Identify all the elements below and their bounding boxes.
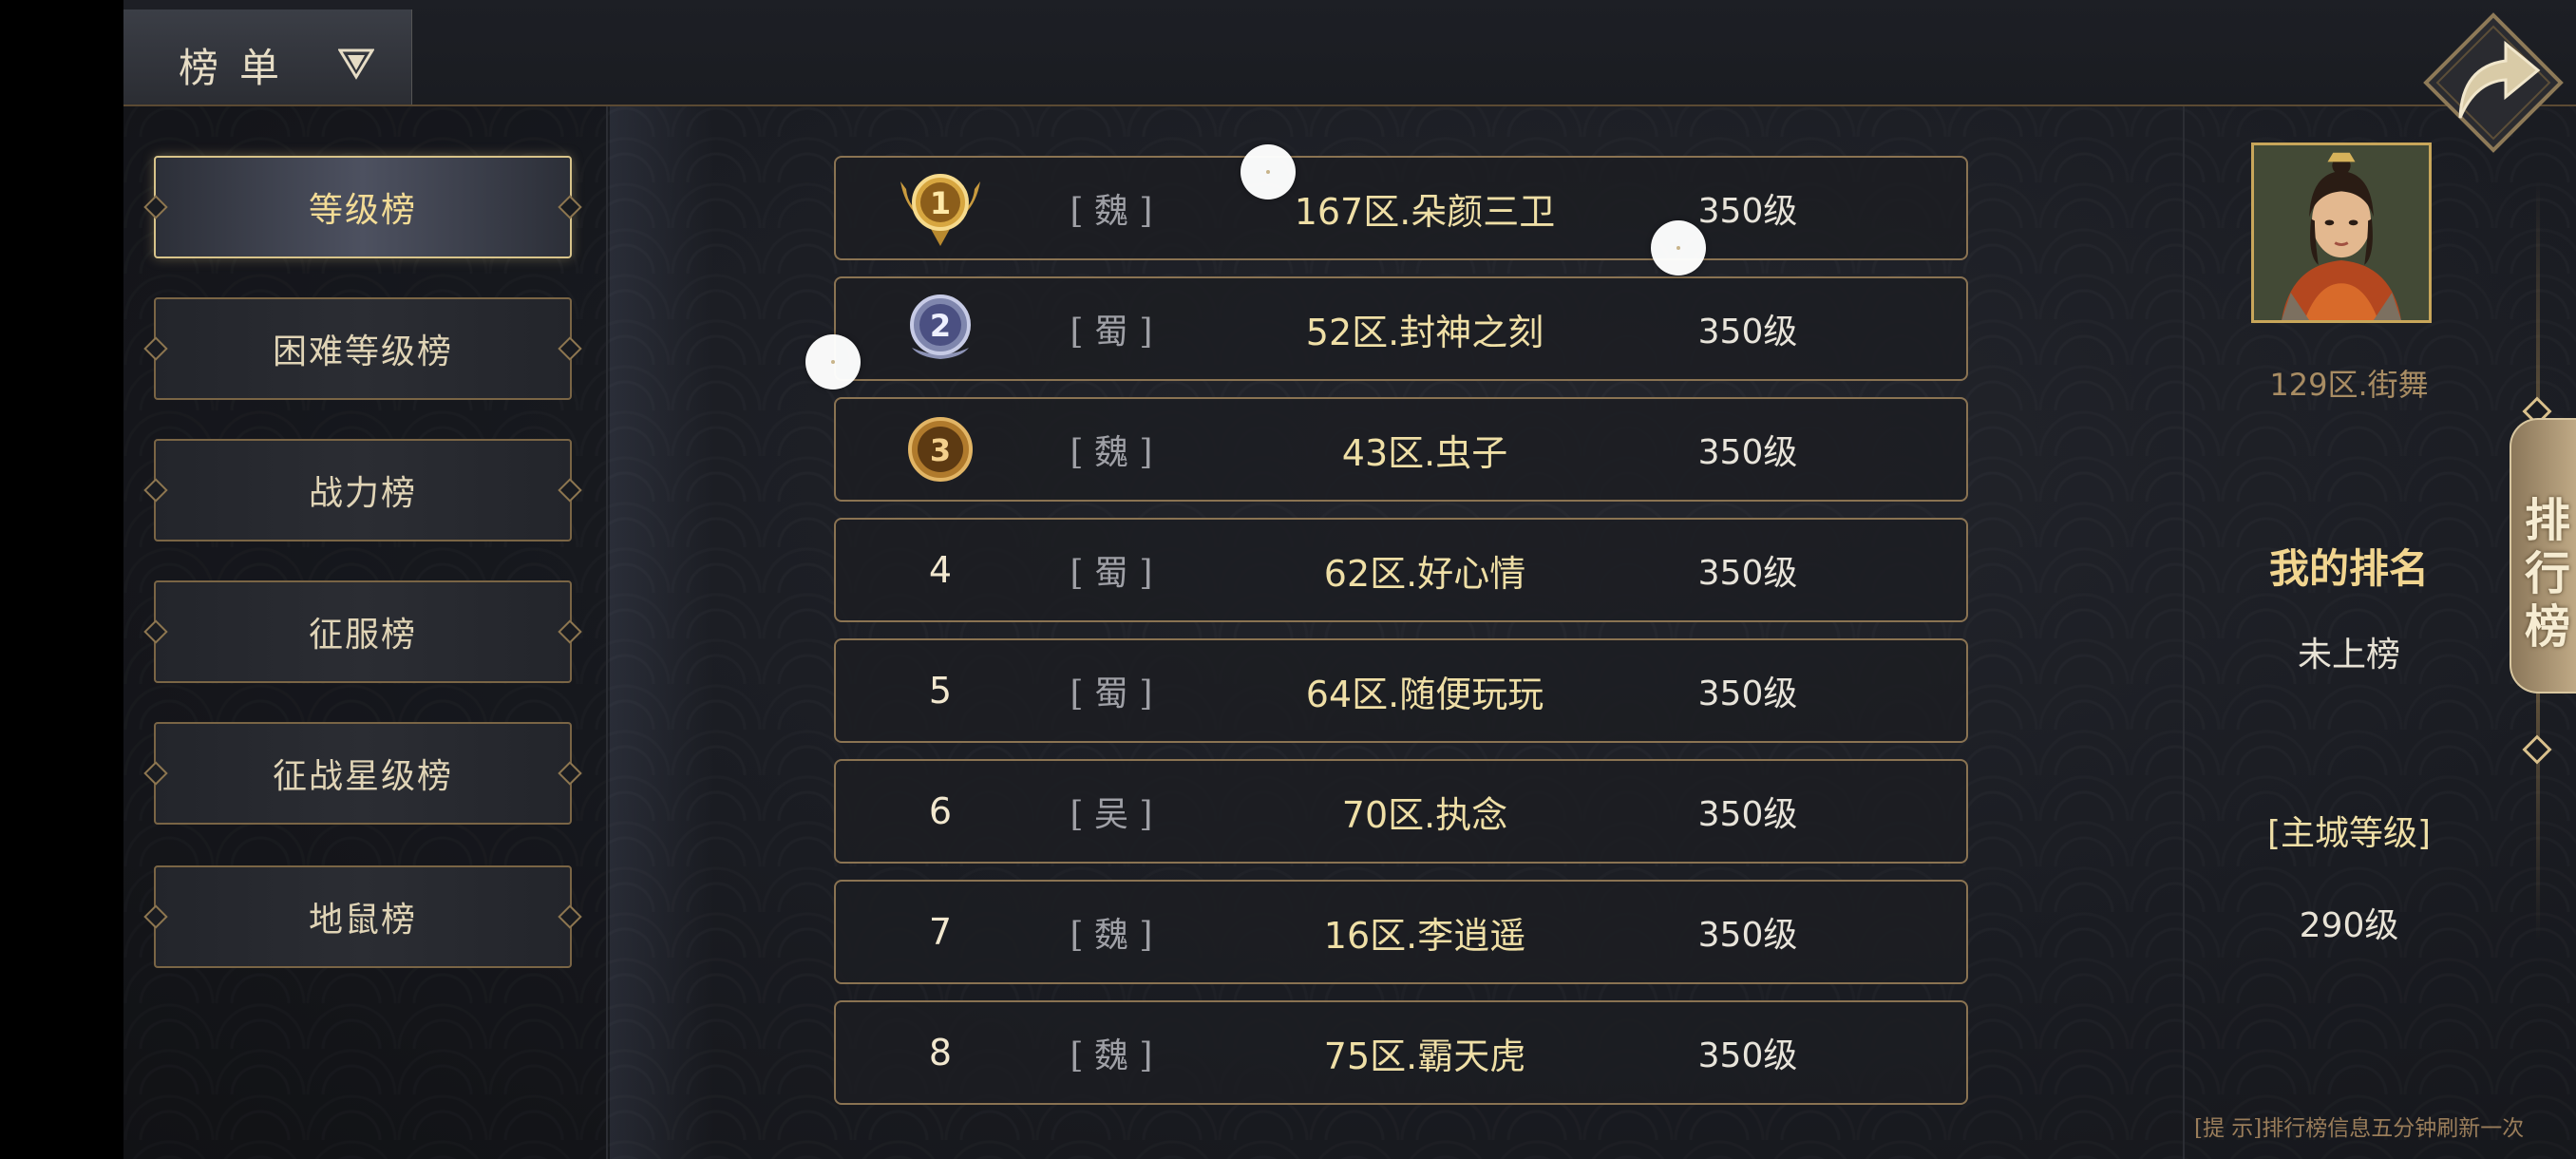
kingdom-cell: [ 蜀 ] <box>1070 313 1153 352</box>
player-name-cell: 62区.好心情 <box>1323 552 1526 595</box>
page-title: 榜单 <box>179 45 301 91</box>
ranking-row[interactable]: 2 [ 蜀 ] 52区.封神之刻 350级 <box>834 276 1968 381</box>
kingdom-cell: [ 蜀 ] <box>1070 674 1153 713</box>
menu-item-conquest-ranking[interactable]: 征服榜 <box>154 580 572 683</box>
rank-cell: 5 <box>928 670 953 712</box>
rank-cell: 4 <box>928 549 953 591</box>
ranking-row[interactable]: 6 [ 吴 ] 70区.执念 350级 <box>834 759 1968 864</box>
rank-cell: 1 <box>883 158 997 258</box>
kingdom-cell: [ 魏 ] <box>1070 1036 1153 1075</box>
kingdom-cell: [ 魏 ] <box>1070 433 1153 472</box>
menu-item-power-ranking[interactable]: 战力榜 <box>154 439 572 542</box>
rank-cell: 3 <box>883 399 997 500</box>
my-rank-title: 我的排名 <box>2268 545 2429 592</box>
kingdom-cell: [ 蜀 ] <box>1070 554 1153 593</box>
main-city-level-title: [主城等级] <box>2266 814 2432 853</box>
rank-cell: 2 <box>883 278 997 379</box>
my-rank-value: 未上榜 <box>2297 636 2400 674</box>
back-arrow-icon[interactable] <box>2422 11 2565 154</box>
rank-cell: 8 <box>928 1032 953 1074</box>
refresh-hint: [提 示]排行榜信息五分钟刷新一次 <box>2194 1116 2525 1141</box>
menu-item-whack-a-mole-ranking[interactable]: 地鼠榜 <box>154 865 572 968</box>
ranking-row[interactable]: 7 [ 魏 ] 16区.李逍遥 350级 <box>834 880 1968 984</box>
triangle-down-icon <box>338 48 374 80</box>
player-name-cell: 16区.李逍遥 <box>1323 914 1526 957</box>
kingdom-cell: [ 魏 ] <box>1070 192 1153 231</box>
panel-divider-glow <box>610 106 714 1159</box>
ranking-row[interactable]: 8 [ 魏 ] 75区.霸天虎 350级 <box>834 1000 1968 1105</box>
player-name-cell: 43区.虫子 <box>1341 431 1508 474</box>
top-bar: 榜单 <box>123 0 2576 106</box>
touch-indicator <box>1651 220 1706 276</box>
ranking-row[interactable]: 3 [ 魏 ] 43区.虫子 350级 <box>834 397 1968 502</box>
level-cell: 350级 <box>1697 674 1798 713</box>
gold-medal-icon: 1 <box>900 174 980 246</box>
rank-cell: 7 <box>928 911 953 953</box>
kingdom-cell: [ 魏 ] <box>1070 916 1153 955</box>
menu-item-label: 征服榜 <box>308 616 417 655</box>
tab-ranking-label: 排行榜 <box>2524 494 2570 654</box>
menu-item-level-ranking[interactable]: 等级榜 <box>154 156 572 258</box>
menu-item-hard-level-ranking[interactable]: 困难等级榜 <box>154 297 572 400</box>
level-cell: 350级 <box>1697 313 1798 352</box>
medal-rank-text: 1 <box>930 185 951 221</box>
title-tab[interactable]: 榜单 <box>123 10 412 104</box>
medal-rank-text: 3 <box>930 432 951 468</box>
player-name-cell: 52区.封神之刻 <box>1305 311 1544 353</box>
menu-item-label: 征战星级榜 <box>272 757 453 796</box>
level-cell: 350级 <box>1697 554 1798 593</box>
bronze-medal-icon: 3 <box>908 417 973 482</box>
player-name-cell: 75区.霸天虎 <box>1323 1035 1526 1077</box>
app-window: 榜单 等级榜 困难等级榜 战力榜 征服榜 征战星级榜 地鼠榜 1 [魏] 1… <box>123 0 2576 1159</box>
menu-item-label: 战力榜 <box>308 474 417 513</box>
level-cell: 350级 <box>1697 916 1798 955</box>
touch-indicator <box>1241 144 1296 200</box>
main-city-level-value: 290级 <box>2299 906 2399 945</box>
touch-indicator <box>805 334 861 390</box>
kingdom-cell: [ 吴 ] <box>1070 795 1153 834</box>
level-cell: 350级 <box>1697 795 1798 834</box>
silver-medal-icon: 2 <box>910 294 971 359</box>
rank-cell: 6 <box>928 790 953 832</box>
ranking-row[interactable]: 5 [ 蜀 ] 64区.随便玩玩 350级 <box>834 638 1968 743</box>
menu-item-label: 地鼠榜 <box>308 901 417 940</box>
menu-item-label: 困难等级榜 <box>272 332 453 371</box>
player-name-cell: 64区.随便玩玩 <box>1305 673 1544 715</box>
player-name: 129区.街舞 <box>2269 367 2429 403</box>
ranking-row[interactable]: 4 [ 蜀 ] 62区.好心情 350级 <box>834 518 1968 622</box>
player-avatar[interactable] <box>2251 142 2432 323</box>
menu-item-campaign-star-ranking[interactable]: 征战星级榜 <box>154 722 572 825</box>
menu-item-label: 等级榜 <box>308 191 417 230</box>
level-cell: 350级 <box>1697 1036 1798 1075</box>
ranking-row[interactable]: 1 [ 魏 ] 167区.朵颜三卫 350级 <box>834 156 1968 260</box>
player-name-cell: 70区.执念 <box>1341 793 1508 836</box>
medal-rank-text: 2 <box>930 308 951 344</box>
level-cell: 350级 <box>1697 433 1798 472</box>
